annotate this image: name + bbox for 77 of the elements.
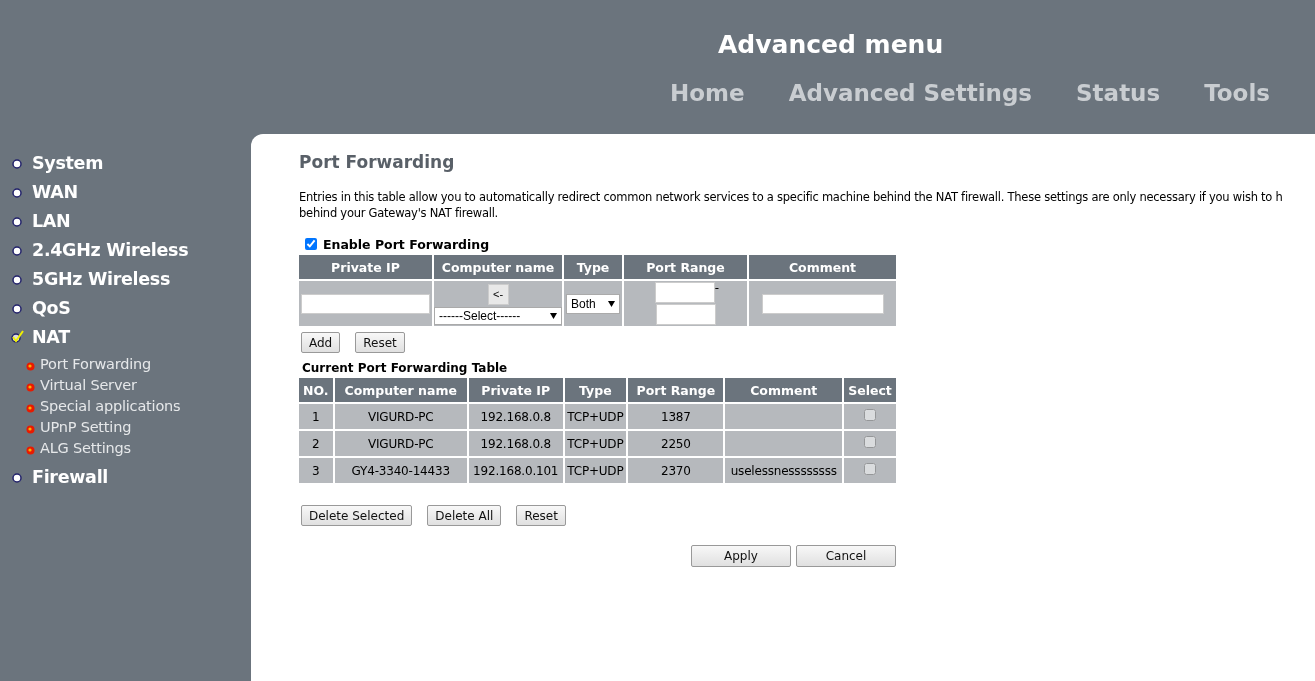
column-header: Port Range <box>628 378 724 402</box>
column-header: Comment <box>749 255 896 279</box>
sidebar-item[interactable]: System <box>32 152 104 173</box>
column-header: Type <box>564 255 622 279</box>
table-cell: 192.168.0.8 <box>468 404 563 429</box>
table-cell: 192.168.0.101 <box>468 458 563 483</box>
dot-icon <box>26 446 35 455</box>
nav-link[interactable]: Advanced Settings <box>788 80 1033 106</box>
sidebar-subitem[interactable]: Port Forwarding <box>40 356 152 372</box>
caret-icon <box>550 312 557 319</box>
column-header: Private IP <box>468 378 563 402</box>
column-header: Computer name <box>434 255 562 279</box>
copy-button[interactable]: <- <box>487 283 509 305</box>
private-ip-field[interactable] <box>301 293 430 314</box>
sidebar-item[interactable]: NAT <box>32 326 70 347</box>
form-button[interactable]: Add <box>301 332 341 353</box>
dot-icon <box>26 404 35 413</box>
table-cell: GY4-3340-14433 <box>334 458 467 483</box>
table-cell: 192.168.0.8 <box>468 431 563 456</box>
dot-icon <box>26 383 35 392</box>
sidebar-subitem[interactable]: Virtual Server <box>40 377 137 393</box>
table-button[interactable]: Reset <box>516 505 566 526</box>
table-cell: TCP+UDP <box>564 404 627 429</box>
column-header: Private IP <box>299 255 432 279</box>
type-select[interactable]: Both <box>566 293 620 314</box>
table-cell: 2250 <box>628 431 724 456</box>
column-header: NO. <box>299 378 333 402</box>
column-header: Comment <box>725 378 842 402</box>
sidebar-item[interactable]: QoS <box>32 297 71 318</box>
footer-button[interactable]: Cancel <box>796 545 896 567</box>
column-header: Select <box>844 378 896 402</box>
table-button[interactable]: Delete All <box>427 505 502 526</box>
table-title: Current Port Forwarding Table <box>302 361 509 375</box>
sidebar-item[interactable]: 5GHz Wireless <box>32 268 171 289</box>
enable-label: Enable Port Forwarding <box>323 236 490 252</box>
sidebar-item[interactable]: Firewall <box>32 466 109 487</box>
table-cell: VIGURD-PC <box>334 431 467 456</box>
range-separator: - <box>714 282 720 294</box>
sidebar-subitem[interactable]: UPnP Setting <box>40 419 132 435</box>
page-title: Port Forwarding <box>299 152 456 172</box>
column-header: Port Range <box>624 255 747 279</box>
footer-button[interactable]: Apply <box>691 545 791 567</box>
caret-icon <box>608 300 615 307</box>
enable-checkbox[interactable] <box>305 238 317 250</box>
table-cell: 2370 <box>628 458 724 483</box>
computer-select[interactable]: ------Select------ <box>434 306 562 325</box>
table-cell: uselessnessssssss <box>725 458 842 483</box>
form-button[interactable]: Reset <box>355 332 405 353</box>
table-cell: 1387 <box>628 404 724 429</box>
column-header: Type <box>564 378 627 402</box>
column-header: Computer name <box>334 378 467 402</box>
dot-icon <box>26 425 35 434</box>
comment-field[interactable] <box>761 293 884 314</box>
dot-icon <box>26 362 35 371</box>
table-cell: TCP+UDP <box>564 431 627 456</box>
nav-link[interactable]: Status <box>1076 80 1161 106</box>
table-cell: 2 <box>299 431 333 456</box>
description-text: behind your Gateway's NAT firewall. <box>299 205 500 221</box>
table-cell: VIGURD-PC <box>334 404 467 429</box>
table-button[interactable]: Delete Selected <box>301 505 413 526</box>
sidebar-item[interactable]: WAN <box>32 181 78 202</box>
select-checkbox[interactable] <box>864 436 876 448</box>
sidebar-item[interactable]: 2.4GHz Wireless <box>32 239 189 260</box>
header-title: Advanced menu <box>718 30 944 59</box>
table-cell: 1 <box>299 404 333 429</box>
sidebar-item[interactable]: LAN <box>32 210 71 231</box>
table-cell: 3 <box>299 458 333 483</box>
nav-link[interactable]: Tools <box>1204 80 1270 106</box>
port-end-field[interactable] <box>655 304 716 325</box>
sidebar-subitem[interactable]: ALG Settings <box>40 440 131 456</box>
select-checkbox[interactable] <box>864 409 876 421</box>
table-cell: TCP+UDP <box>564 458 627 483</box>
description-text: Entries in this table allow you to automatically redirect common network services to a specific machine behind the NAT firewall. These settings are only necessary if you wish to h <box>299 189 1284 205</box>
sidebar-subitem[interactable]: Special applications <box>40 398 181 414</box>
nav-link[interactable]: Home <box>670 80 745 106</box>
select-checkbox[interactable] <box>864 463 876 475</box>
port-start-field[interactable] <box>654 282 715 303</box>
